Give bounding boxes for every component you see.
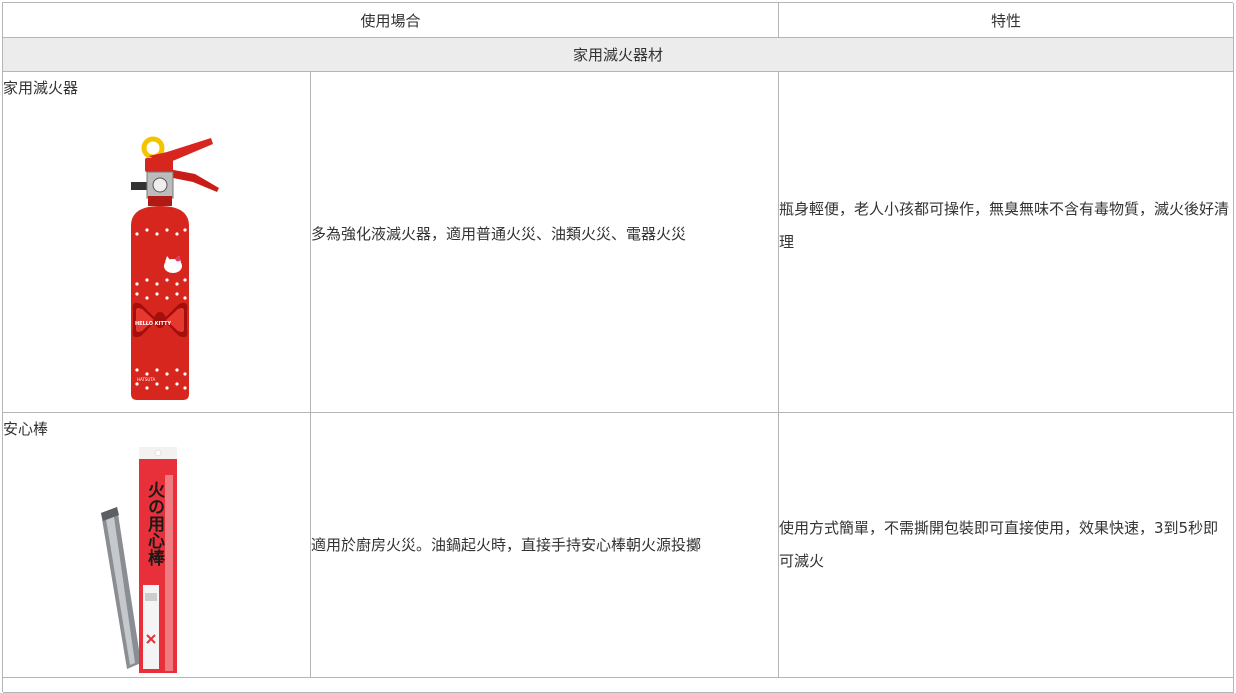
table-row-2-feature-cell: 使用方式簡單，不需撕開包裝即可直接使用，效果快速，3到5秒即可滅火 bbox=[779, 413, 1234, 678]
header-feature: 特性 bbox=[779, 3, 1234, 38]
extinguisher-brand-label: HELLO KITTY bbox=[134, 321, 172, 327]
table-row-1-feature-cell: 瓶身輕便，老人小孩都可操作，無臭無味不含有毒物質，滅火後好清理 bbox=[779, 72, 1234, 413]
fire-equipment-table: 使用場合 特性 家用滅火器材 家用滅火器 HELLO KITTY HATSUTA… bbox=[2, 2, 1234, 693]
item-name: 家用滅火器 bbox=[3, 79, 79, 97]
table-row-2-usage-cell: 適用於廚房火災。油鍋起火時，直接手持安心棒朝火源投擲 bbox=[311, 413, 779, 678]
feature-text: 使用方式簡單，不需撕開包裝即可直接使用，效果快速，3到5秒即可滅火 bbox=[779, 519, 1219, 570]
fire-extinguisher-image: HELLO KITTY HATSUTA bbox=[123, 134, 223, 402]
item-name: 安心棒 bbox=[3, 420, 49, 438]
extinguisher-maker-label: HATSUTA bbox=[137, 377, 156, 382]
header-usage: 使用場合 bbox=[3, 3, 779, 38]
section-title: 家用滅火器材 bbox=[572, 46, 663, 64]
package-title: 火の用心棒 bbox=[144, 481, 164, 566]
table-row-3-partial bbox=[3, 678, 1234, 693]
usage-text: 多為強化液滅火器，適用普通火災、油類火災、電器火災 bbox=[311, 224, 687, 243]
table-row-1-name-cell: 家用滅火器 HELLO KITTY HATSUTA bbox=[3, 72, 311, 413]
fire-stick-image: 火の用心棒 bbox=[97, 445, 187, 677]
table-row-2-name-cell: 安心棒 火の用心棒 bbox=[3, 413, 311, 678]
usage-text: 適用於廚房火災。油鍋起火時，直接手持安心棒朝火源投擲 bbox=[311, 535, 702, 554]
table-row-1-usage-cell: 多為強化液滅火器，適用普通火災、油類火災、電器火災 bbox=[311, 72, 779, 413]
feature-text: 瓶身輕便，老人小孩都可操作，無臭無味不含有毒物質，滅火後好清理 bbox=[779, 200, 1230, 251]
header-feature-label: 特性 bbox=[990, 11, 1021, 30]
header-usage-label: 使用場合 bbox=[360, 11, 421, 30]
